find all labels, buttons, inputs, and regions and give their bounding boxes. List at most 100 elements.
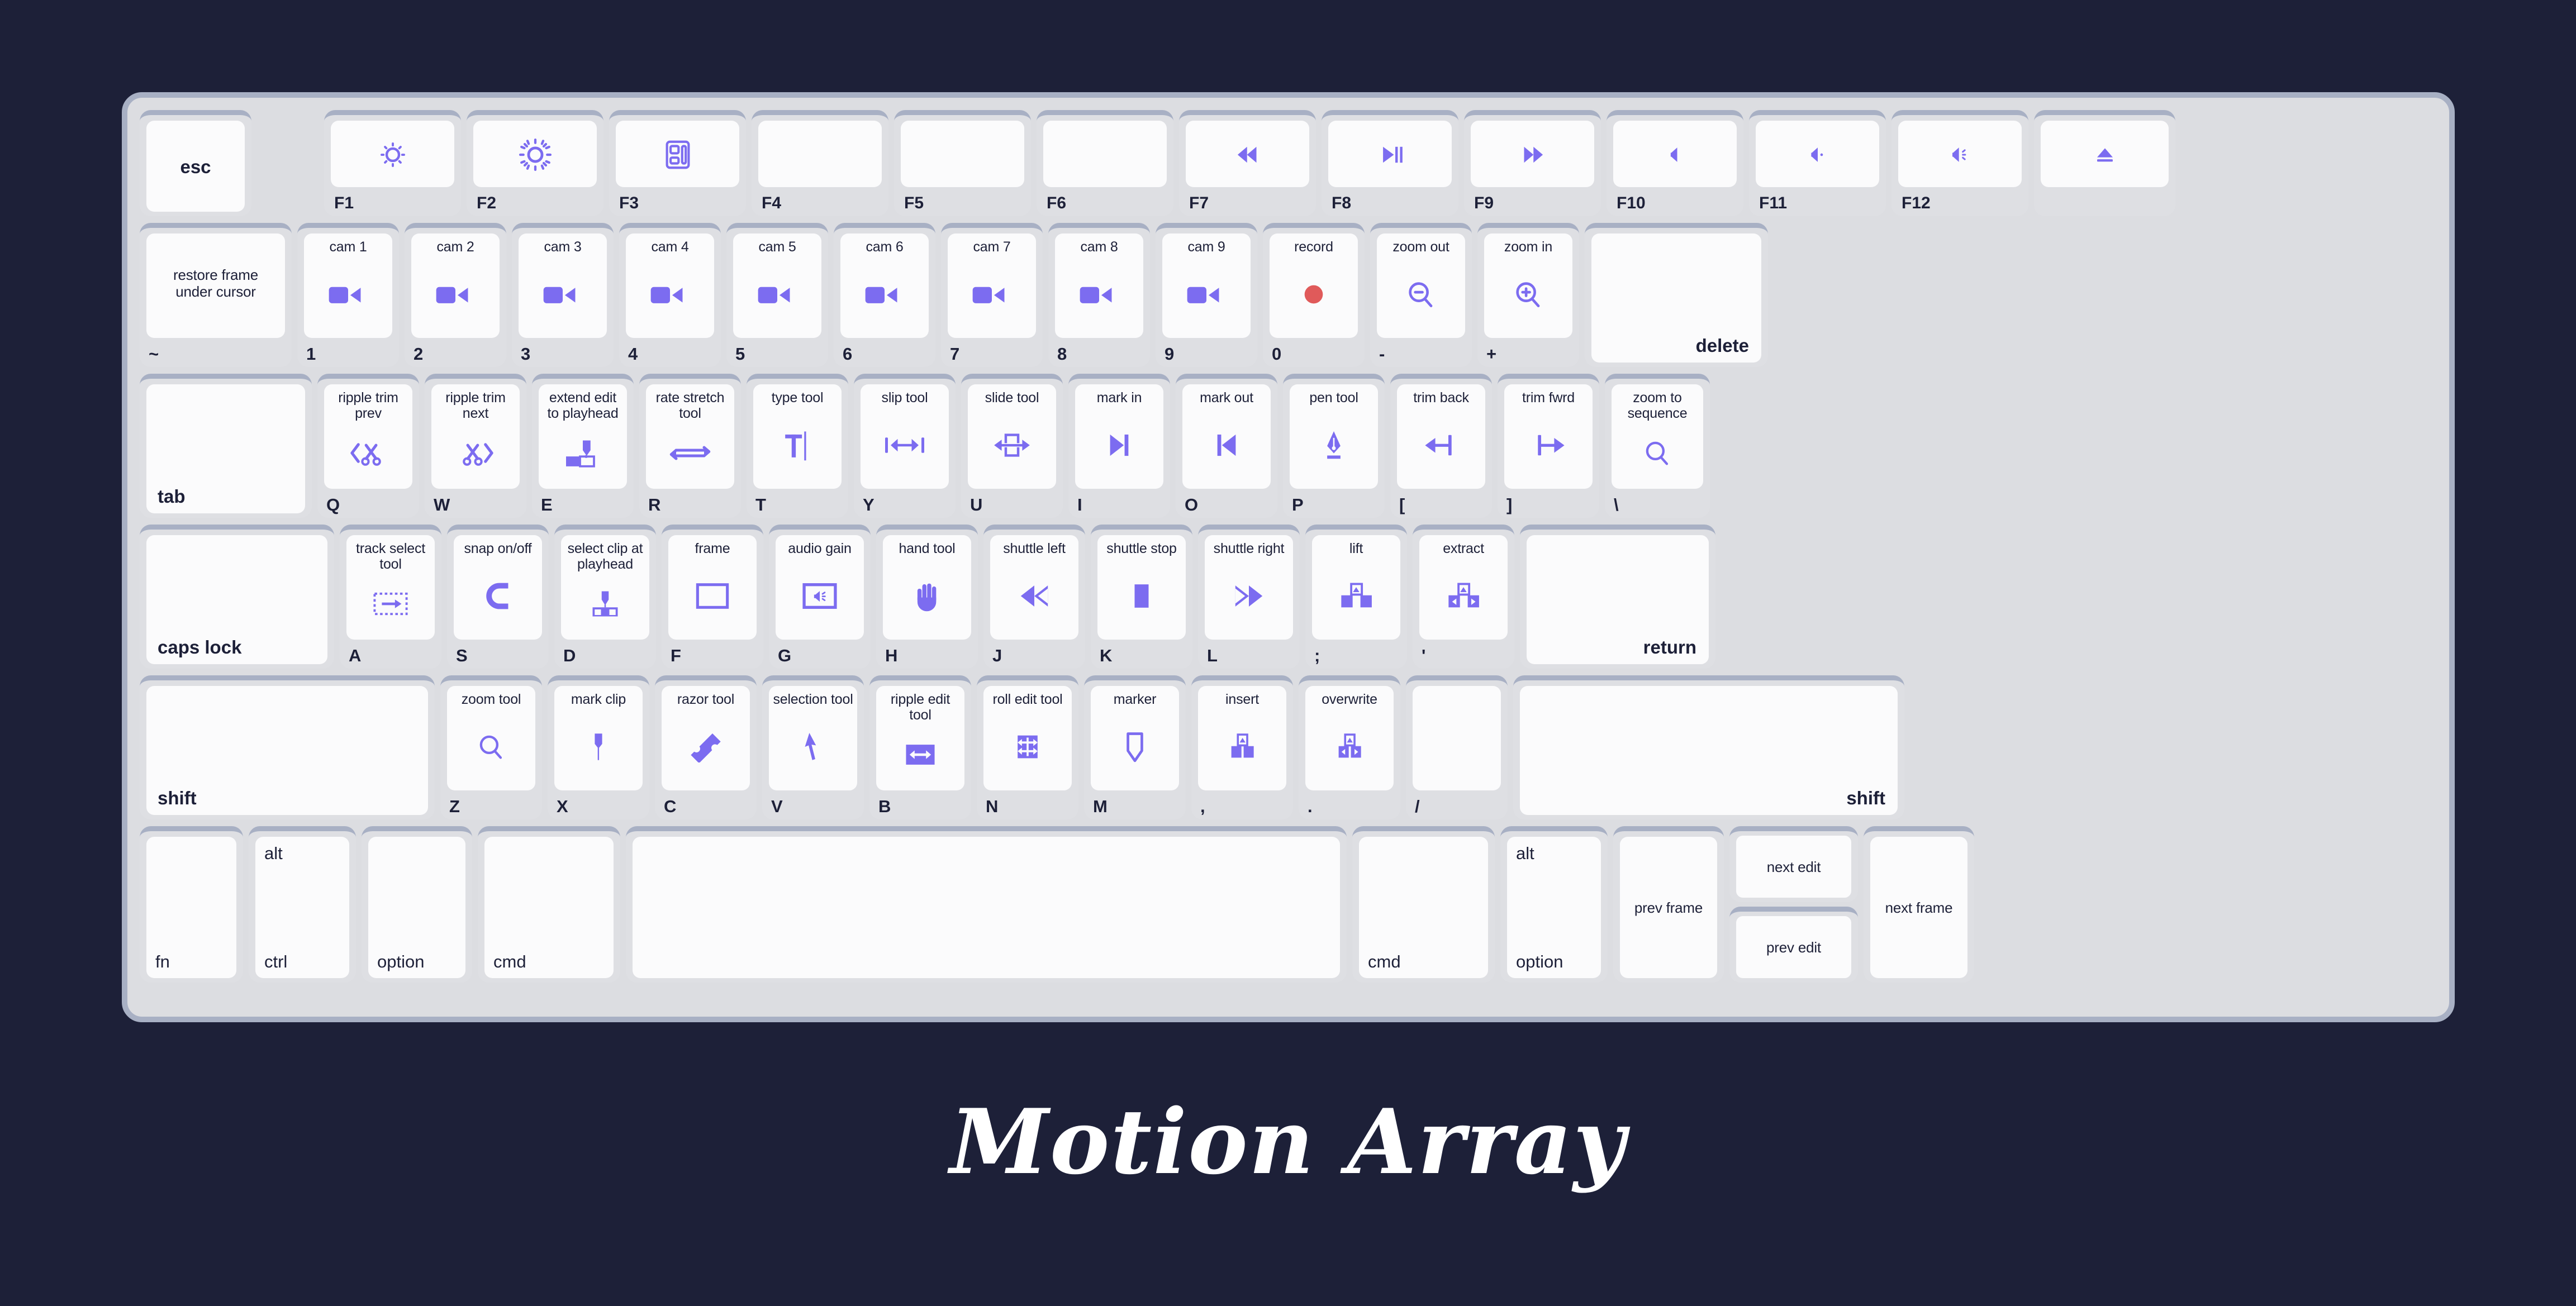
key-record[interactable]: record 0 [1263, 223, 1365, 367]
key-f5[interactable]: F5 [894, 110, 1031, 216]
key-cam-3[interactable]: cam 3 3 [512, 223, 614, 367]
key-sublabel: E [541, 495, 553, 514]
key-f12[interactable]: F12 [1891, 110, 2028, 216]
key-cam-8[interactable]: cam 8 8 [1048, 223, 1150, 367]
key-insert[interactable]: insert , [1191, 675, 1293, 819]
key-delete[interactable]: delete [1585, 223, 1768, 367]
key-f7[interactable]: F7 [1179, 110, 1316, 216]
key-cam-9[interactable]: cam 9 9 [1156, 223, 1257, 367]
key-hand-tool[interactable]: hand tool H [876, 525, 978, 669]
key-sublabel: O [1185, 495, 1199, 514]
key-mark-clip[interactable]: mark clip X [548, 675, 649, 819]
key-cam-5[interactable]: cam 5 5 [726, 223, 828, 367]
key-track-select-tool[interactable]: track select tool A [340, 525, 441, 669]
key-sublabel: A [349, 646, 362, 665]
key-overwrite[interactable]: overwrite . [1299, 675, 1400, 819]
key-sublabel: F5 [904, 194, 924, 212]
key-tab[interactable]: tab [140, 374, 312, 518]
key-prev-edit[interactable]: prev edit [1729, 907, 1858, 983]
key-cam-4[interactable]: cam 4 4 [619, 223, 721, 367]
camera-icon [844, 255, 925, 333]
key-prev-frame[interactable]: prev frame [1613, 826, 1724, 983]
camera-icon [307, 255, 389, 333]
key-ripple-trim-prev[interactable]: ripple trim prev Q [317, 374, 419, 518]
key-zoom-to-sequence[interactable]: zoom to sequence \ [1605, 374, 1710, 518]
key-mark-out[interactable]: mark out O [1176, 374, 1277, 518]
key-type-tool[interactable]: type tool T [747, 374, 848, 518]
key-ripple-trim-next[interactable]: ripple trim next W [425, 374, 526, 518]
key-rate-stretch[interactable]: rate stretch tool R [639, 374, 741, 518]
key-eject[interactable] [2034, 110, 2175, 216]
key-f6[interactable]: F6 [1037, 110, 1173, 216]
key-space[interactable] [626, 826, 1347, 983]
key-fn[interactable]: fn [140, 826, 243, 983]
key-cam-6[interactable]: cam 6 6 [834, 223, 935, 367]
key-f2[interactable]: F2 [467, 110, 603, 216]
key-cam-7[interactable]: cam 7 7 [941, 223, 1043, 367]
key-slide-tool[interactable]: slide tool U [961, 374, 1063, 518]
key-caption: roll edit tool [992, 692, 1063, 707]
zoom-out-icon [1380, 255, 1462, 333]
key-sublabel: S [456, 646, 468, 665]
key-caption: prev frame [1634, 899, 1703, 916]
key-f1[interactable]: F1 [324, 110, 461, 216]
volume-up-icon [1902, 126, 2018, 183]
key-ripple-edit-tool[interactable]: ripple edit tool B [869, 675, 971, 819]
key-return[interactable]: return [1520, 525, 1715, 669]
key-extract[interactable]: extract ' [1413, 525, 1514, 669]
key-extend-edit[interactable]: extend edit to playhead E [532, 374, 634, 518]
key-lift[interactable]: lift ; [1305, 525, 1407, 669]
key-cmd-left[interactable]: cmd [478, 826, 620, 983]
key-label: esc [180, 156, 211, 177]
ripple-trim-next-icon [435, 421, 516, 484]
key-zoom-in[interactable]: zoom in + [1477, 223, 1579, 367]
key-slash[interactable]: / [1406, 675, 1508, 819]
key-option-left[interactable]: option [362, 826, 472, 983]
key-snap-on-off[interactable]: snap on/off S [447, 525, 549, 669]
key-f3[interactable]: F3 [609, 110, 746, 216]
key-label: shift [158, 788, 197, 808]
key-zoom-out[interactable]: zoom out - [1370, 223, 1472, 367]
key-selection-tool[interactable]: selection tool V [762, 675, 864, 819]
fn-row-gap [257, 110, 319, 216]
key-trim-back[interactable]: trim back [ [1390, 374, 1492, 518]
key-mark-in[interactable]: mark in I [1068, 374, 1170, 518]
key-cam-1[interactable]: cam 1 1 [297, 223, 399, 367]
key-razor-tool[interactable]: razor tool C [655, 675, 757, 819]
key-zoom-tool[interactable]: zoom tool Z [440, 675, 542, 819]
key-esc[interactable]: esc [140, 110, 251, 216]
key-ctrl[interactable]: alt ctrl [249, 826, 356, 983]
key-f4[interactable]: F4 [752, 110, 888, 216]
key-f8[interactable]: F8 [1322, 110, 1458, 216]
key-f11[interactable]: F11 [1749, 110, 1886, 216]
shuttle-stop-icon [1101, 556, 1182, 635]
key-shuttle-left[interactable]: shuttle left J [983, 525, 1085, 669]
key-next-frame[interactable]: next frame [1864, 826, 1974, 983]
key-select-clip-at-playhead[interactable]: select clip at playhead D [554, 525, 656, 669]
key-pen-tool[interactable]: pen tool P [1283, 374, 1385, 518]
key-shuttle-right[interactable]: shuttle right L [1198, 525, 1300, 669]
key-restore-frame[interactable]: restore frame under cursor ~ [140, 223, 292, 367]
key-sublabel: N [986, 797, 999, 816]
key-shuttle-stop[interactable]: shuttle stop K [1091, 525, 1192, 669]
key-marker[interactable]: marker M [1084, 675, 1186, 819]
key-caption: ripple trim next [445, 390, 506, 421]
key-caption: track select tool [355, 541, 426, 572]
key-f10[interactable]: F10 [1607, 110, 1743, 216]
key-next-edit[interactable]: next edit [1729, 826, 1858, 902]
key-roll-edit-tool[interactable]: roll edit tool N [977, 675, 1078, 819]
key-cmd-right[interactable]: cmd [1352, 826, 1495, 983]
modifier-row: fn alt ctrl option cmd cmd alt option pr… [140, 826, 2437, 983]
camera-icon [951, 255, 1033, 333]
key-shift-right[interactable]: shift [1513, 675, 1904, 819]
key-f9[interactable]: F9 [1464, 110, 1601, 216]
magnet-icon [457, 556, 539, 635]
key-trim-forward[interactable]: trim fwrd ] [1498, 374, 1599, 518]
key-audio-gain[interactable]: audio gain G [769, 525, 871, 669]
key-slip-tool[interactable]: slip tool Y [854, 374, 956, 518]
key-frame[interactable]: frame F [662, 525, 763, 669]
key-shift-left[interactable]: shift [140, 675, 435, 819]
key-caps-lock[interactable]: caps lock [140, 525, 334, 669]
key-cam-2[interactable]: cam 2 2 [405, 223, 506, 367]
key-option-right[interactable]: alt option [1500, 826, 1608, 983]
